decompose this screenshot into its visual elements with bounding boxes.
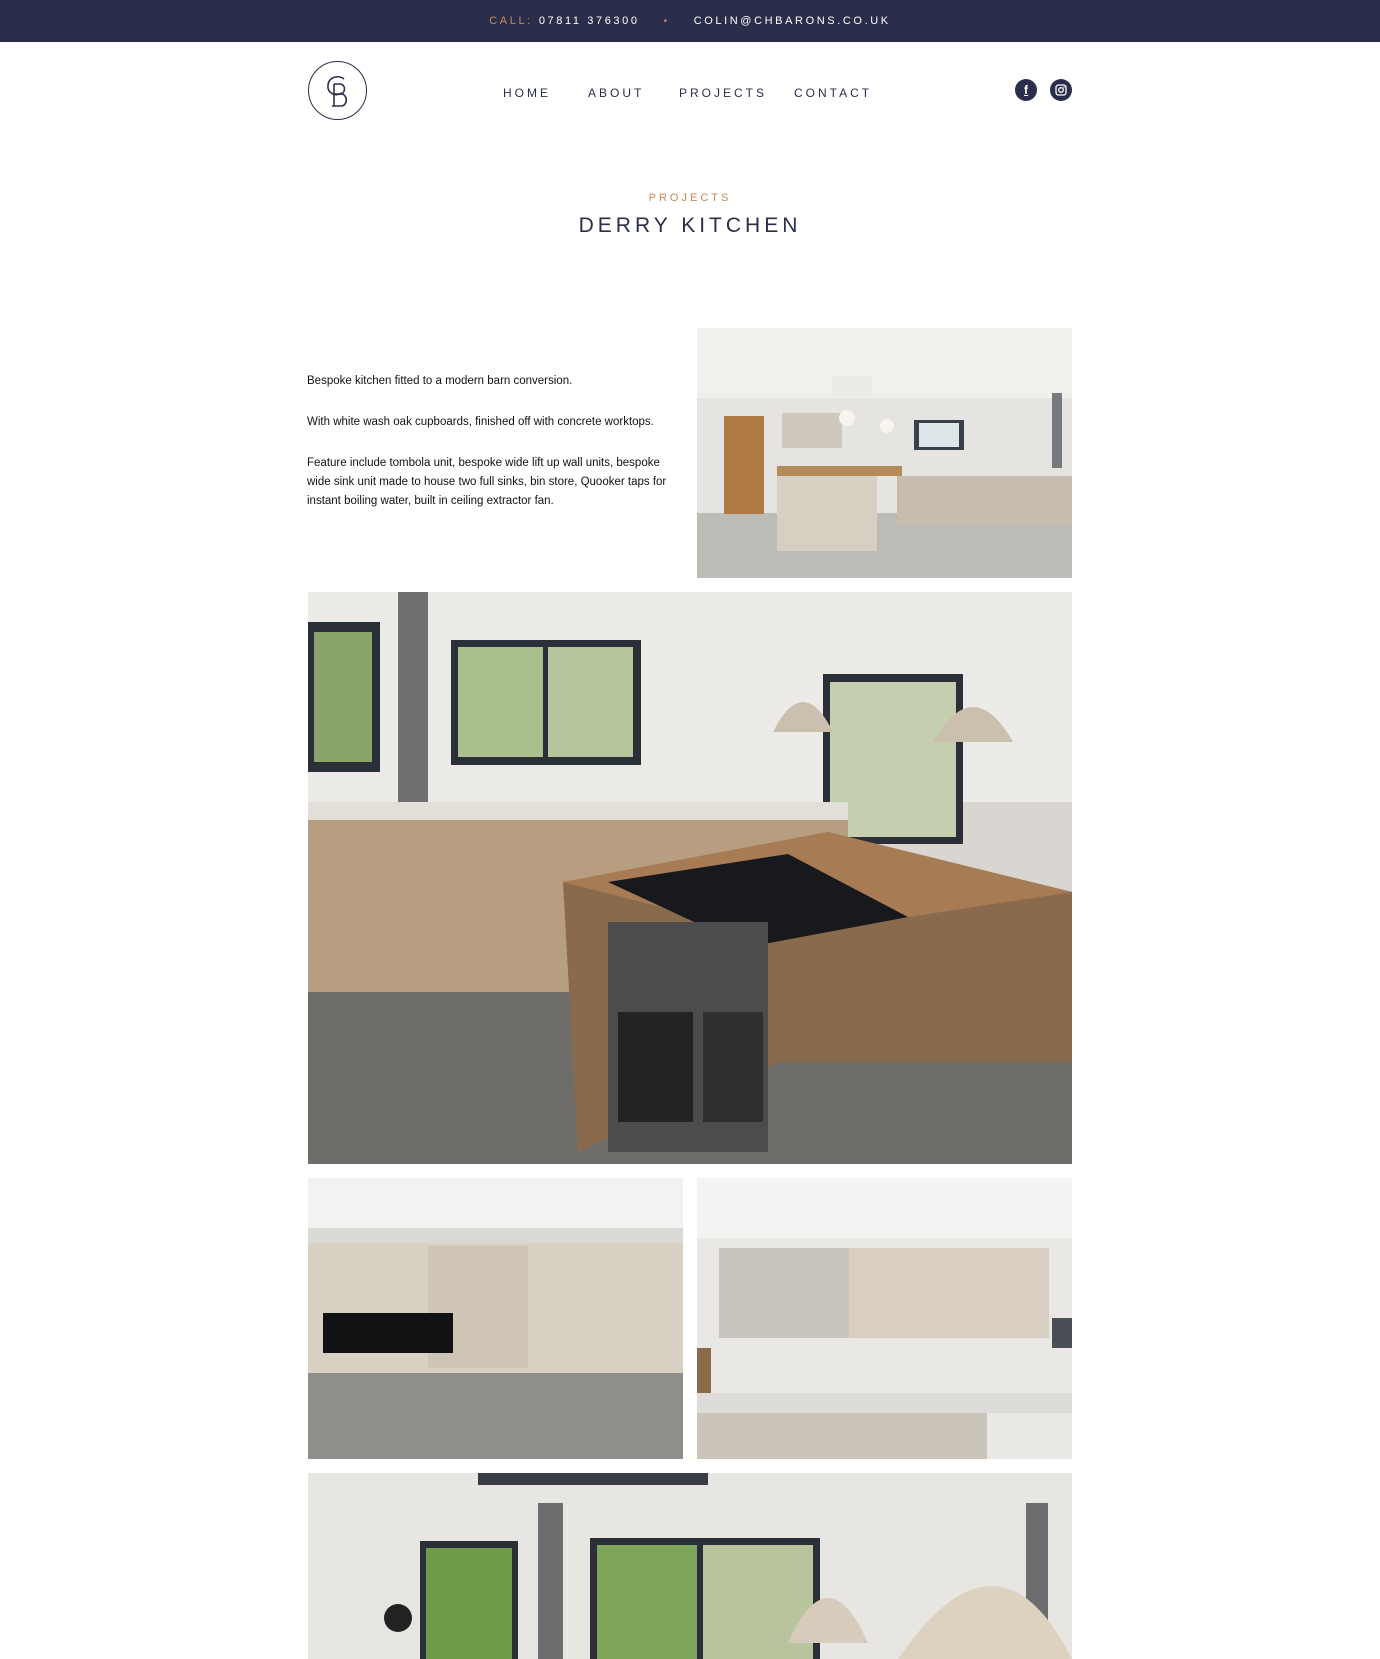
nav-item-about[interactable]: ABOUT: [588, 86, 644, 100]
instagram-glyph-icon: [1055, 84, 1067, 96]
description-paragraph: With white wash oak cupboards, finished …: [307, 416, 654, 428]
facebook-icon[interactable]: f: [1015, 79, 1037, 101]
separator-dot: •: [663, 15, 670, 27]
nav-item-contact[interactable]: CONTACT: [794, 86, 872, 100]
pendant-lights-photo[interactable]: [308, 1473, 1072, 1659]
facebook-glyph: f: [1024, 83, 1028, 97]
page-title: DERRY KITCHEN: [578, 214, 802, 237]
email-link[interactable]: COLIN@CHBARONS.CO.UK: [694, 15, 891, 27]
description-paragraph: Bespoke kitchen fitted to a modern barn …: [307, 375, 573, 387]
kitchen-overview-photo[interactable]: [697, 328, 1072, 578]
wall-units-photo[interactable]: [697, 1178, 1072, 1459]
section-eyebrow: PROJECTS: [648, 192, 732, 204]
nav-item-projects[interactable]: PROJECTS: [679, 86, 767, 100]
project-description: Bespoke kitchen fitted to a modern barn …: [307, 372, 679, 533]
nav-item-home[interactable]: HOME: [503, 86, 551, 100]
description-paragraph: Feature include tombola unit, bespoke wi…: [307, 457, 667, 507]
call-label: CALL:: [489, 15, 533, 27]
phone-link[interactable]: 07811 376300: [539, 15, 640, 27]
instagram-icon[interactable]: [1050, 79, 1072, 101]
kitchen-island-photo[interactable]: [308, 592, 1072, 1164]
contact-bar: CALL: 07811 376300 • COLIN@CHBARONS.CO.U…: [0, 0, 1380, 42]
cabinet-detail-photo[interactable]: [308, 1178, 683, 1459]
main-nav: HOME ABOUT PROJECTS CONTACT: [0, 86, 1380, 102]
